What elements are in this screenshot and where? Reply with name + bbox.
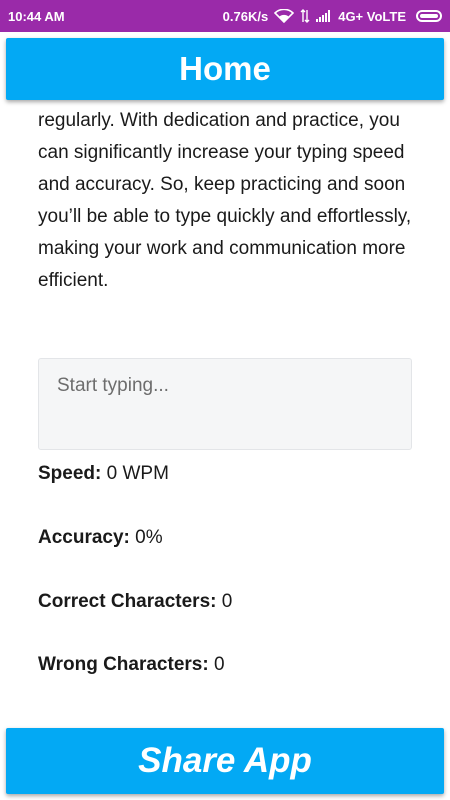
accuracy-stat: Accuracy: 0%: [38, 527, 163, 549]
scroll-content[interactable]: regularly. With dedication and practice,…: [38, 100, 414, 297]
correct-characters-label: Correct Characters:: [38, 591, 217, 612]
network-type: 4G+ VoLTE: [338, 8, 406, 24]
app-header: Home: [6, 38, 444, 100]
status-bar: 10:44 AM 0.76K/s 4G+ VoLTE: [0, 0, 450, 32]
data-transfer-icon: [300, 9, 310, 23]
speed-value: 0 WPM: [106, 463, 169, 484]
wifi-icon: [274, 9, 295, 23]
status-time: 10:44 AM: [8, 8, 65, 24]
correct-characters-stat: Correct Characters: 0: [38, 591, 232, 613]
speed-stat: Speed: 0 WPM: [38, 463, 169, 485]
wrong-characters-label: Wrong Characters:: [38, 654, 209, 675]
share-app-button[interactable]: Share App: [6, 728, 444, 794]
accuracy-label: Accuracy:: [38, 527, 130, 548]
sample-text-paragraph: regularly. With dedication and practice,…: [38, 110, 412, 291]
correct-characters-value: 0: [221, 591, 233, 612]
page-title: Home: [179, 50, 271, 87]
wrong-characters-stat: Wrong Characters: 0: [38, 654, 225, 676]
wrong-characters-value: 0: [213, 654, 225, 675]
speed-label: Speed:: [38, 463, 102, 484]
typing-input[interactable]: [38, 358, 412, 450]
network-speed: 0.76K/s: [222, 8, 269, 24]
accuracy-value: 0%: [135, 527, 163, 548]
signal-icon: [316, 10, 332, 22]
battery-icon: [416, 10, 442, 22]
status-right: 0.76K/s 4G+ VoLTE: [223, 9, 442, 24]
